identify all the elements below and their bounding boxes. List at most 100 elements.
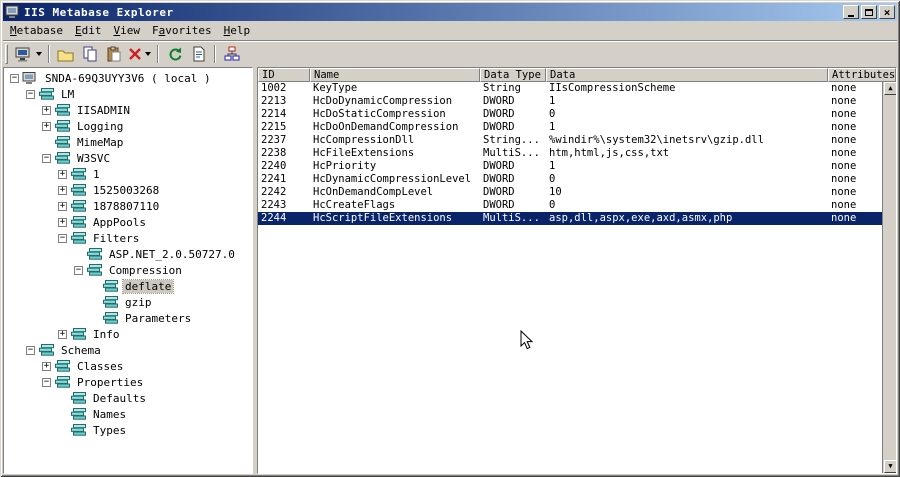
column-header-attributes[interactable]: Attributes xyxy=(828,68,896,82)
expand-toggle-icon[interactable]: + xyxy=(58,169,67,179)
expand-toggle-icon[interactable]: + xyxy=(42,361,51,371)
tree-label[interactable]: gzip xyxy=(123,296,154,309)
expand-toggle-icon[interactable]: + xyxy=(58,329,67,339)
paste-button[interactable] xyxy=(102,43,125,65)
tree-item-iisadmin[interactable]: + IISADMIN xyxy=(6,102,252,118)
vertical-scrollbar[interactable]: ▲ ▼ xyxy=(882,82,896,473)
collapse-toggle-icon[interactable]: − xyxy=(42,377,51,387)
tree-label[interactable]: W3SVC xyxy=(75,152,112,165)
tree-label[interactable]: deflate xyxy=(121,278,175,294)
tree-label[interactable]: Names xyxy=(91,408,128,421)
table-row-2213[interactable]: 2213 HcDoDynamicCompression DWORD 1 none xyxy=(258,95,882,108)
menu-favorites[interactable]: Favorites xyxy=(146,22,218,39)
tree-item-filters[interactable]: − Filters xyxy=(6,230,252,246)
table-row-2214[interactable]: 2214 HcDoStaticCompression DWORD 0 none xyxy=(258,108,882,121)
tree-item-parameters[interactable]: Parameters xyxy=(6,310,252,326)
title-bar[interactable]: IIS Metabase Explorer × xyxy=(3,3,897,21)
tree-item-info[interactable]: + Info xyxy=(6,326,252,342)
table-row-2242[interactable]: 2242 HcOnDemandCompLevel DWORD 10 none xyxy=(258,186,882,199)
tree-item-asp-net-2-0-50727-0[interactable]: ASP.NET_2.0.50727.0 xyxy=(6,246,252,262)
tree-item-1878807110[interactable]: +1878807110 xyxy=(6,198,252,214)
column-header-id[interactable]: ID xyxy=(258,68,310,82)
collapse-toggle-icon[interactable]: − xyxy=(10,73,19,83)
toolbar-grip[interactable] xyxy=(5,44,8,64)
menu-help[interactable]: Help xyxy=(218,22,257,39)
tree-label[interactable]: Info xyxy=(91,328,122,341)
column-header-data[interactable]: Data xyxy=(546,68,828,82)
expand-toggle-icon[interactable]: + xyxy=(42,105,51,115)
tree-item-logging[interactable]: + Logging xyxy=(6,118,252,134)
tree-label[interactable]: Schema xyxy=(59,344,103,357)
tree-item-classes[interactable]: + Classes xyxy=(6,358,252,374)
tree-label[interactable]: ASP.NET_2.0.50727.0 xyxy=(107,248,237,261)
column-header-name[interactable]: Name xyxy=(310,68,480,82)
tree-item-1[interactable]: +1 xyxy=(6,166,252,182)
tree-label[interactable]: 1525003268 xyxy=(91,184,161,197)
copy-button[interactable] xyxy=(78,43,101,65)
table-row-2238[interactable]: 2238 HcFileExtensions MultiS... htm,html,js… xyxy=(258,147,882,160)
tree-label[interactable]: Defaults xyxy=(91,392,148,405)
tree-label[interactable]: Filters xyxy=(91,232,141,245)
dropdown-arrow-icon[interactable] xyxy=(36,52,42,56)
table-row-2237[interactable]: 2237 HcCompressionDll String... %windir%\sy… xyxy=(258,134,882,147)
refresh-button[interactable] xyxy=(163,43,186,65)
tree-item-snda-69q3uyy3v6-local[interactable]: − SNDA-69Q3UYY3V6 ( local ) xyxy=(6,70,252,86)
tree-item-types[interactable]: Types xyxy=(6,422,252,438)
column-header-data-type[interactable]: Data Type xyxy=(480,68,546,82)
collapse-toggle-icon[interactable]: − xyxy=(74,265,83,275)
list-body[interactable]: 1002 KeyType String IIsCompressionScheme non… xyxy=(258,82,882,473)
close-button[interactable]: × xyxy=(879,5,895,19)
table-row-2244[interactable]: 2244 HcScriptFileExtensions MultiS... asp,d… xyxy=(258,212,882,225)
expand-toggle-icon[interactable]: + xyxy=(58,217,67,227)
tree-item-names[interactable]: Names xyxy=(6,406,252,422)
tree-label[interactable]: IISADMIN xyxy=(75,104,132,117)
tree-label[interactable]: Parameters xyxy=(123,312,193,325)
table-row-1002[interactable]: 1002 KeyType String IIsCompressionScheme non… xyxy=(258,82,882,95)
table-row-2240[interactable]: 2240 HcPriority DWORD 1 none xyxy=(258,160,882,173)
dropdown-arrow-icon[interactable] xyxy=(145,52,151,56)
collapse-toggle-icon[interactable]: − xyxy=(42,153,51,163)
maximize-button[interactable] xyxy=(861,5,877,19)
expand-toggle-icon[interactable]: + xyxy=(42,121,51,131)
menu-metabase[interactable]: Metabase xyxy=(4,22,69,39)
tree-label[interactable]: AppPools xyxy=(91,216,148,229)
menu-edit[interactable]: Edit xyxy=(69,22,108,39)
tree-item-mimemap[interactable]: MimeMap xyxy=(6,134,252,150)
collapse-toggle-icon[interactable]: − xyxy=(26,89,35,99)
tree-item-schema[interactable]: − Schema xyxy=(6,342,252,358)
menu-view[interactable]: View xyxy=(107,22,146,39)
expand-toggle-icon[interactable]: + xyxy=(58,185,67,195)
connect-button[interactable] xyxy=(13,43,44,65)
tree-label[interactable]: Classes xyxy=(75,360,125,373)
collapse-toggle-icon[interactable]: − xyxy=(58,233,67,243)
tree-label[interactable]: Logging xyxy=(75,120,125,133)
expand-toggle-icon[interactable]: + xyxy=(58,201,67,211)
table-row-2241[interactable]: 2241 HcDynamicCompressionLevel DWORD 0 none xyxy=(258,173,882,186)
tree-label[interactable]: 1 xyxy=(91,168,102,181)
collapse-toggle-icon[interactable]: − xyxy=(26,345,35,355)
scroll-down-button[interactable]: ▼ xyxy=(884,460,896,473)
record-button[interactable] xyxy=(187,43,210,65)
hierarchy-button[interactable] xyxy=(220,43,243,65)
tree-item-deflate[interactable]: deflate xyxy=(6,278,252,294)
scroll-up-button[interactable]: ▲ xyxy=(884,82,896,95)
tree-label[interactable]: Types xyxy=(91,424,128,437)
table-row-2215[interactable]: 2215 HcDoOnDemandCompression DWORD 1 none xyxy=(258,121,882,134)
new-key-button[interactable] xyxy=(54,43,77,65)
tree-label[interactable]: Properties xyxy=(75,376,145,389)
minimize-button[interactable] xyxy=(843,5,859,19)
tree-item-gzip[interactable]: gzip xyxy=(6,294,252,310)
tree-label[interactable]: Compression xyxy=(107,264,184,277)
tree-item-properties[interactable]: − Properties xyxy=(6,374,252,390)
tree-item-1525003268[interactable]: +1525003268 xyxy=(6,182,252,198)
tree-item-apppools[interactable]: + AppPools xyxy=(6,214,252,230)
tree-label[interactable]: 1878807110 xyxy=(91,200,161,213)
tree-label[interactable]: SNDA-69Q3UYY3V6 ( local ) xyxy=(43,72,213,85)
tree-label[interactable]: MimeMap xyxy=(75,136,125,149)
tree-item-compression[interactable]: − Compression xyxy=(6,262,252,278)
tree-item-lm[interactable]: − LM xyxy=(6,86,252,102)
tree-item-defaults[interactable]: Defaults xyxy=(6,390,252,406)
tree-label[interactable]: LM xyxy=(59,88,76,101)
tree-item-w3svc[interactable]: − W3SVC xyxy=(6,150,252,166)
delete-button[interactable] xyxy=(126,43,153,65)
